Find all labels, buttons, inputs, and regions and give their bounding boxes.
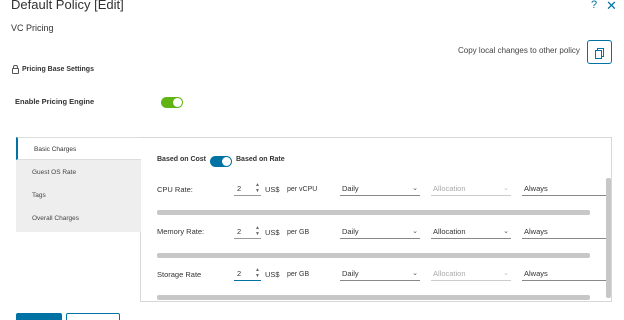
chevron-down-icon: ⌄ — [412, 185, 418, 192]
help-icon[interactable]: ? — [591, 0, 597, 11]
chevron-down-icon: ⌄ — [503, 270, 509, 277]
cpu-rate-per: per vCPU — [287, 186, 318, 193]
memory-period-select[interactable]: Daily ⌄ — [340, 226, 420, 239]
horizontal-scrollbar[interactable] — [157, 253, 590, 258]
cancel-button[interactable] — [66, 313, 120, 320]
page-subtitle: VC Pricing — [11, 23, 54, 33]
stepper-icon[interactable]: ▲ ▼ — [255, 267, 260, 279]
nav-item-overall-charges[interactable]: Overall Charges — [16, 207, 141, 230]
memory-rate-currency: US$ — [265, 228, 280, 237]
cpu-rate-label: CPU Rate: — [157, 185, 193, 194]
cpu-rate-input[interactable]: 2 ▲ ▼ — [234, 182, 261, 196]
memory-rate-input[interactable]: 2 ▲ ▼ — [234, 225, 261, 239]
save-button[interactable] — [16, 313, 62, 320]
vertical-scrollbar[interactable] — [606, 178, 611, 298]
enable-pricing-engine-label: Enable Pricing Engine — [15, 97, 95, 106]
chevron-down-icon: ⌄ — [503, 228, 509, 235]
stepper-icon[interactable]: ▲ ▼ — [255, 225, 260, 237]
storage-period-select[interactable]: Daily ⌄ — [340, 268, 420, 281]
storage-rate-per: per GB — [287, 271, 310, 278]
nav-item-guest-os-rate[interactable]: Guest OS Rate — [16, 161, 141, 184]
storage-when-field[interactable]: Always — [522, 268, 610, 281]
storage-rate-label: Storage Rate — [157, 270, 202, 279]
nav-item-basic-charges[interactable]: Basic Charges — [16, 137, 141, 160]
based-on-cost-label: Based on Cost — [157, 156, 207, 163]
storage-allocation-select: Allocation ⌄ — [431, 268, 511, 281]
chevron-down-icon: ⌄ — [412, 270, 418, 277]
cpu-when-field[interactable]: Always — [522, 183, 610, 196]
dialog-title: Default Policy [Edit] — [11, 0, 124, 12]
storage-rate-input[interactable]: 2 ▲ ▼ — [234, 267, 261, 281]
storage-rate-currency: US$ — [265, 270, 280, 279]
vertical-nav: Basic Charges Guest OS Rate Tags Overall… — [16, 137, 141, 232]
chevron-down-icon: ⌄ — [412, 228, 418, 235]
cpu-allocation-select: Allocation ⌄ — [431, 183, 511, 196]
nav-filler — [16, 232, 141, 302]
horizontal-scrollbar[interactable] — [157, 295, 590, 300]
pricing-mode-toggle[interactable] — [210, 156, 232, 167]
memory-when-field[interactable]: Always — [522, 226, 610, 239]
stepper-icon[interactable]: ▲ ▼ — [255, 182, 260, 194]
close-icon[interactable]: ✕ — [606, 0, 617, 14]
horizontal-scrollbar[interactable] — [157, 210, 590, 215]
nav-item-tags[interactable]: Tags — [16, 184, 141, 207]
memory-allocation-select[interactable]: Allocation ⌄ — [431, 226, 511, 239]
memory-rate-label: Memory Rate: — [157, 227, 205, 236]
enable-pricing-engine-toggle[interactable] — [161, 97, 183, 108]
cpu-rate-currency: US$ — [265, 185, 280, 194]
based-on-rate-label: Based on Rate — [236, 156, 285, 163]
cpu-period-select[interactable]: Daily ⌄ — [340, 183, 420, 196]
lock-icon — [12, 64, 19, 74]
section-title: Pricing Base Settings — [12, 64, 94, 74]
chevron-down-icon: ⌄ — [503, 185, 509, 192]
copy-changes-label: Copy local changes to other policy — [458, 46, 580, 55]
dialog-header: Default Policy [Edit] ? ✕ — [0, 0, 624, 14]
memory-rate-per: per GB — [287, 229, 310, 236]
section-title-text: Pricing Base Settings — [22, 66, 94, 73]
copy-changes-button[interactable] — [587, 40, 612, 64]
